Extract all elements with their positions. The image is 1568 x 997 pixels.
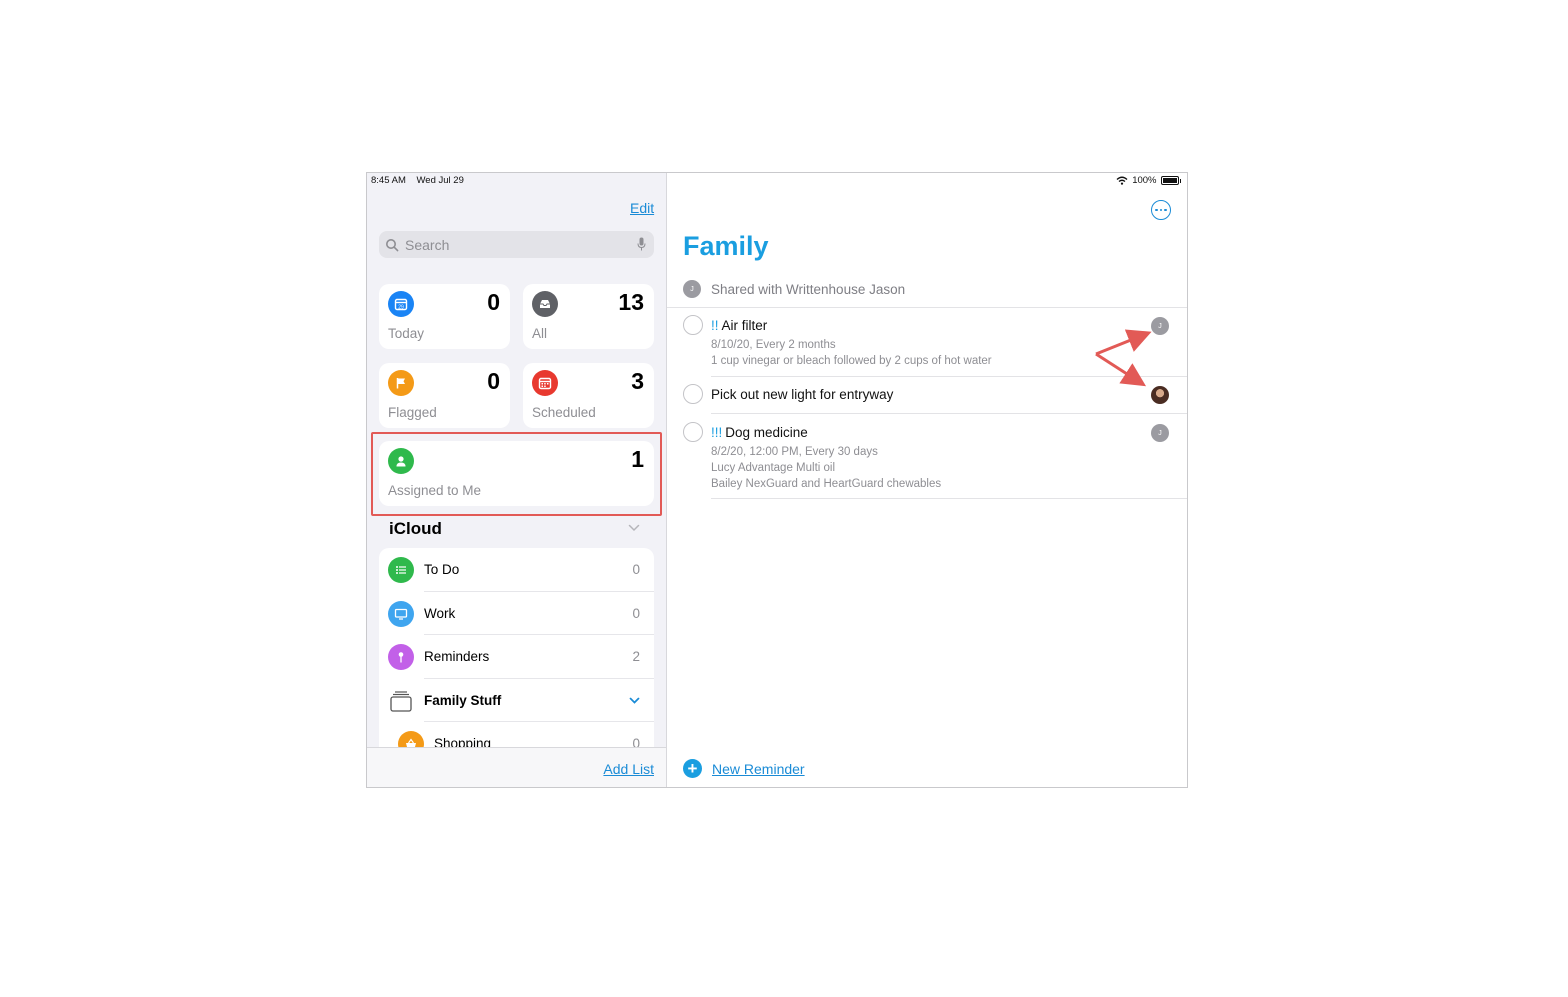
annotation-arrows — [1095, 329, 1152, 387]
search-bar[interactable] — [379, 231, 654, 258]
list-item-shopping[interactable]: Shopping 0 — [379, 722, 654, 748]
search-icon — [386, 238, 399, 251]
icloud-section-title: iCloud — [389, 519, 442, 538]
basket-icon — [398, 731, 424, 748]
smart-list-flagged[interactable]: 0 Flagged — [379, 363, 510, 428]
smart-list-scheduled[interactable]: 3 Scheduled — [523, 363, 654, 428]
icloud-lists: To Do 0 Work 0 Reminders 2 Family Stuff … — [379, 548, 654, 748]
status-date: Wed Jul 29 — [416, 175, 464, 186]
flagged-label: Flagged — [388, 405, 437, 420]
flagged-count: 0 — [487, 368, 500, 394]
ipad-screen: 8:45 AM Wed Jul 29 Edit 29 0 Today — [366, 172, 1188, 788]
arrow-down — [1095, 352, 1147, 387]
plus-icon: + — [683, 759, 702, 778]
list-name: To Do — [424, 562, 460, 577]
edit-button[interactable]: Edit — [630, 200, 654, 216]
list-item-reminders[interactable]: Reminders 2 — [379, 635, 654, 679]
smart-list-all[interactable]: 13 All — [523, 284, 654, 349]
tray-icon — [532, 291, 558, 317]
chevron-down-icon[interactable] — [629, 697, 640, 705]
smart-list-today[interactable]: 29 0 Today — [379, 284, 510, 349]
list-count: 2 — [632, 649, 640, 665]
reminder-list-panel: 100% Family J Shared with Writtenhouse J… — [667, 173, 1187, 787]
assigned-count: 1 — [631, 446, 644, 472]
svg-text:29: 29 — [398, 305, 404, 311]
list-icon — [388, 557, 414, 583]
assigned-label: Assigned to Me — [388, 483, 482, 498]
all-label: All — [532, 326, 548, 341]
group-stack-icon — [388, 688, 414, 714]
flag-icon — [388, 370, 414, 396]
scheduled-count: 3 — [631, 368, 644, 394]
new-reminder-button[interactable]: + New Reminder — [683, 759, 805, 778]
list-count: 0 — [632, 605, 640, 621]
add-list-button[interactable]: Add List — [603, 761, 654, 777]
status-time: 8:45 AM — [371, 175, 406, 186]
all-count: 13 — [618, 289, 644, 315]
today-label: Today — [388, 326, 425, 341]
microphone-icon[interactable] — [637, 237, 646, 251]
sidebar: 8:45 AM Wed Jul 29 Edit 29 0 Today — [367, 173, 667, 787]
person-icon — [388, 448, 414, 474]
smart-list-assigned-to-me[interactable]: 1 Assigned to Me — [379, 441, 654, 506]
status-bar-left: 8:45 AM Wed Jul 29 — [371, 175, 472, 186]
pin-icon — [388, 644, 414, 671]
chevron-down-icon[interactable] — [628, 524, 640, 532]
list-count: 0 — [632, 562, 640, 577]
list-item-to-do[interactable]: To Do 0 — [379, 548, 654, 592]
search-input[interactable] — [403, 235, 627, 254]
calendar-today-icon: 29 — [388, 291, 414, 317]
scheduled-label: Scheduled — [532, 405, 596, 420]
today-count: 0 — [487, 289, 500, 315]
list-group-family-stuff[interactable]: Family Stuff — [379, 679, 654, 723]
list-group-name: Family Stuff — [424, 692, 502, 708]
sidebar-footer: Add List — [367, 747, 666, 787]
monitor-icon — [388, 600, 414, 627]
arrow-up — [1095, 329, 1152, 356]
list-name: Work — [424, 605, 456, 621]
new-reminder-label: New Reminder — [712, 760, 805, 777]
list-item-work[interactable]: Work 0 — [379, 592, 654, 636]
list-name: Reminders — [424, 649, 490, 665]
calendar-icon — [532, 370, 558, 396]
